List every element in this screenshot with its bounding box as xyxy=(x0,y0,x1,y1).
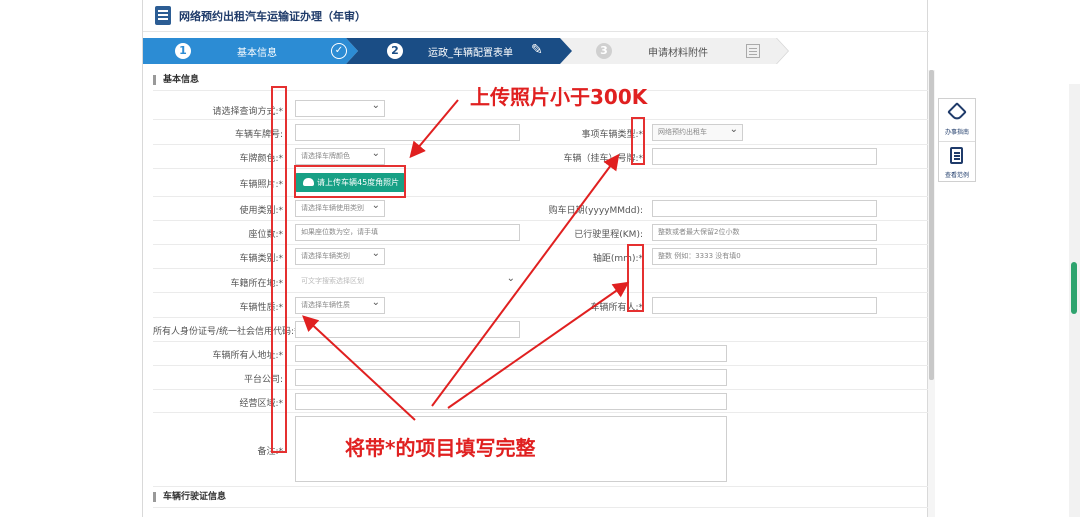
photo-size-note: 上传照片小于300K xyxy=(470,85,648,109)
arrow-to-left-marks xyxy=(302,315,416,421)
window-scrollbar-thumb[interactable] xyxy=(1071,262,1077,314)
annotation-arrows xyxy=(302,99,630,421)
right-toolbar: 办事指南 查看范例 xyxy=(938,98,976,182)
document-list-icon xyxy=(950,147,963,164)
fill-required-note: 将带*的项目填写完整 xyxy=(345,436,536,460)
tag-icon xyxy=(947,102,967,122)
guide-button[interactable]: 办事指南 xyxy=(939,99,975,141)
guide-label: 办事指南 xyxy=(944,129,969,136)
main-scrollbar-thumb[interactable] xyxy=(929,70,934,380)
arrow-to-top-right-mark xyxy=(431,153,620,407)
arrow-to-upload xyxy=(409,99,459,159)
example-button[interactable]: 查看范例 xyxy=(939,141,975,183)
example-label: 查看范例 xyxy=(944,172,969,179)
arrow-to-right-marks xyxy=(447,281,630,409)
